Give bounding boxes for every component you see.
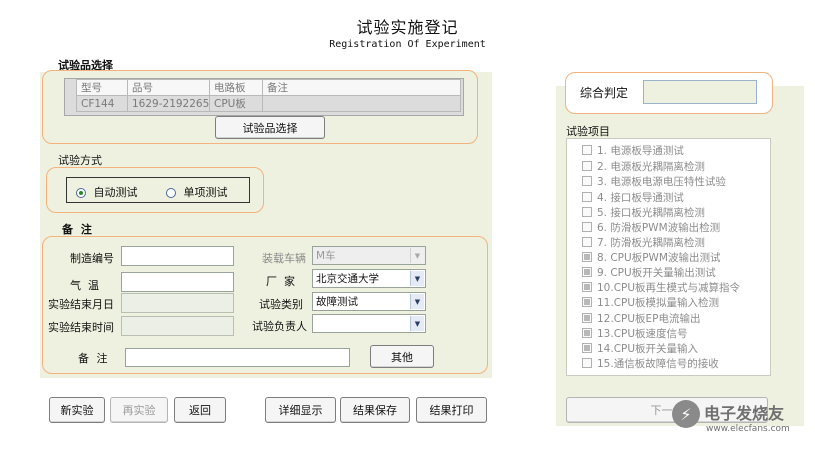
checkbox-icon[interactable] xyxy=(582,176,592,186)
checkbox-icon[interactable] xyxy=(582,282,592,292)
print-result-button[interactable]: 结果打印 xyxy=(416,397,487,423)
judgement-value xyxy=(643,80,757,104)
factory-select[interactable]: 北京交通大学 ▼ xyxy=(312,269,426,288)
back-button[interactable]: 返回 xyxy=(174,397,226,423)
cell-board[interactable]: CPU板 xyxy=(209,95,263,112)
checkbox-icon[interactable] xyxy=(582,145,592,155)
chevron-down-icon[interactable]: ▼ xyxy=(410,248,424,263)
judgement-label: 综合判定 xyxy=(580,86,629,100)
chevron-down-icon[interactable]: ▼ xyxy=(410,294,424,309)
detail-display-button[interactable]: 详细显示 xyxy=(265,397,336,423)
list-item[interactable]: 13.CPU板速度信号 xyxy=(582,327,688,341)
vehicle-select[interactable]: M车 ▼ xyxy=(312,246,426,265)
test-type-select-value: 故障测试 xyxy=(316,296,358,308)
end-time-field xyxy=(121,316,234,336)
list-item[interactable]: 3. 电源板电源电压特性试验 xyxy=(582,175,726,189)
chevron-down-icon[interactable]: ▼ xyxy=(410,271,424,286)
serial-input[interactable] xyxy=(121,246,234,266)
radio-single-test[interactable]: 单项测试 xyxy=(166,184,228,200)
test-items-label: 试验项目 xyxy=(566,125,610,138)
checkbox-icon[interactable] xyxy=(582,328,592,338)
test-type-label: 试验类别 xyxy=(259,298,303,311)
sample-table: 型号 品号 电路板 备注 CF144 1629-21922656- CPU板 xyxy=(76,79,461,112)
page-title: 试验实施登记 xyxy=(356,18,459,37)
notes-section-label: 备 注 xyxy=(62,223,94,236)
sample-table-header: 型号 品号 电路板 备注 xyxy=(76,79,461,96)
redo-experiment-button[interactable]: 再实验 xyxy=(110,397,168,423)
mode-section-label: 试验方式 xyxy=(58,154,102,167)
col-header-model: 型号 xyxy=(76,79,128,96)
checkbox-icon[interactable] xyxy=(582,358,592,368)
vehicle-label: 装载车辆 xyxy=(262,252,306,265)
checkbox-icon[interactable] xyxy=(582,237,592,247)
factory-label: 厂 家 xyxy=(266,275,295,288)
list-item[interactable]: 4. 接口板导通测试 xyxy=(582,191,684,205)
checkbox-icon[interactable] xyxy=(582,222,592,232)
radio-auto-test[interactable]: 自动测试 xyxy=(76,184,138,200)
other-button[interactable]: 其他 xyxy=(370,345,434,368)
end-date-label: 实验结束月日 xyxy=(48,298,114,311)
col-header-remark: 备注 xyxy=(262,79,461,96)
end-date-field xyxy=(121,293,234,313)
checkbox-icon[interactable] xyxy=(582,207,592,217)
temp-input[interactable] xyxy=(121,272,234,292)
temp-label: 气 温 xyxy=(70,279,99,292)
select-sample-button[interactable]: 试验品选择 xyxy=(215,116,325,139)
list-item[interactable]: 11.CPU板模拟量输入检测 xyxy=(582,296,719,310)
end-time-label: 实验结束时间 xyxy=(48,321,114,334)
list-item[interactable]: 10.CPU板再生模式与减算指令 xyxy=(582,281,740,295)
owner-select[interactable]: ▼ xyxy=(312,314,426,333)
checkbox-icon[interactable] xyxy=(582,297,592,307)
test-type-select[interactable]: 故障测试 ▼ xyxy=(312,292,426,311)
list-item[interactable]: 12.CPU板EP电流输出 xyxy=(582,312,701,326)
factory-select-value: 北京交通大学 xyxy=(316,273,379,285)
table-row[interactable]: CF144 1629-21922656- CPU板 xyxy=(76,95,461,112)
remark-input[interactable] xyxy=(125,348,350,367)
cell-part-no[interactable]: 1629-21922656- xyxy=(127,95,210,112)
page-subtitle: Registration Of Experiment xyxy=(329,39,486,50)
save-result-button[interactable]: 结果保存 xyxy=(340,397,410,423)
checkbox-icon[interactable] xyxy=(582,313,592,323)
serial-label: 制造编号 xyxy=(70,252,114,265)
vehicle-select-value: M车 xyxy=(316,250,336,262)
next-step-button[interactable]: 下一步 xyxy=(566,397,768,423)
list-item[interactable]: 9. CPU板开关量输出测试 xyxy=(582,266,716,280)
list-item[interactable]: 14.CPU板开关量输入 xyxy=(582,342,698,356)
list-item[interactable]: 2. 电源板光耦隔离检测 xyxy=(582,160,705,174)
list-item[interactable]: 15.通信板故障信号的接收 xyxy=(582,357,719,371)
list-item[interactable]: 6. 防滑板PWM波输出检测 xyxy=(582,221,720,235)
cell-model[interactable]: CF144 xyxy=(76,95,128,112)
owner-label: 试验负责人 xyxy=(252,320,307,333)
radio-single-indicator[interactable] xyxy=(166,188,176,198)
list-item[interactable]: 8. CPU板PWM波输出测试 xyxy=(582,251,720,265)
remark-label: 备 注 xyxy=(78,352,110,365)
col-header-board: 电路板 xyxy=(209,79,263,96)
radio-auto-label: 自动测试 xyxy=(93,186,138,199)
new-experiment-button[interactable]: 新实验 xyxy=(49,397,105,423)
chevron-down-icon[interactable]: ▼ xyxy=(410,316,424,331)
list-item[interactable]: 5. 接口板光耦隔离检测 xyxy=(582,206,705,220)
list-item[interactable]: 7. 防滑板光耦隔离检测 xyxy=(582,236,705,250)
cell-remark[interactable] xyxy=(262,95,461,112)
checkbox-icon[interactable] xyxy=(582,192,592,202)
radio-auto-indicator[interactable] xyxy=(76,188,86,198)
col-header-part-no: 品号 xyxy=(127,79,210,96)
checkbox-icon[interactable] xyxy=(582,267,592,277)
checkbox-icon[interactable] xyxy=(582,252,592,262)
checkbox-icon[interactable] xyxy=(582,343,592,353)
checkbox-icon[interactable] xyxy=(582,161,592,171)
list-item[interactable]: 1. 电源板导通测试 xyxy=(582,144,684,158)
radio-single-label: 单项测试 xyxy=(183,186,228,199)
